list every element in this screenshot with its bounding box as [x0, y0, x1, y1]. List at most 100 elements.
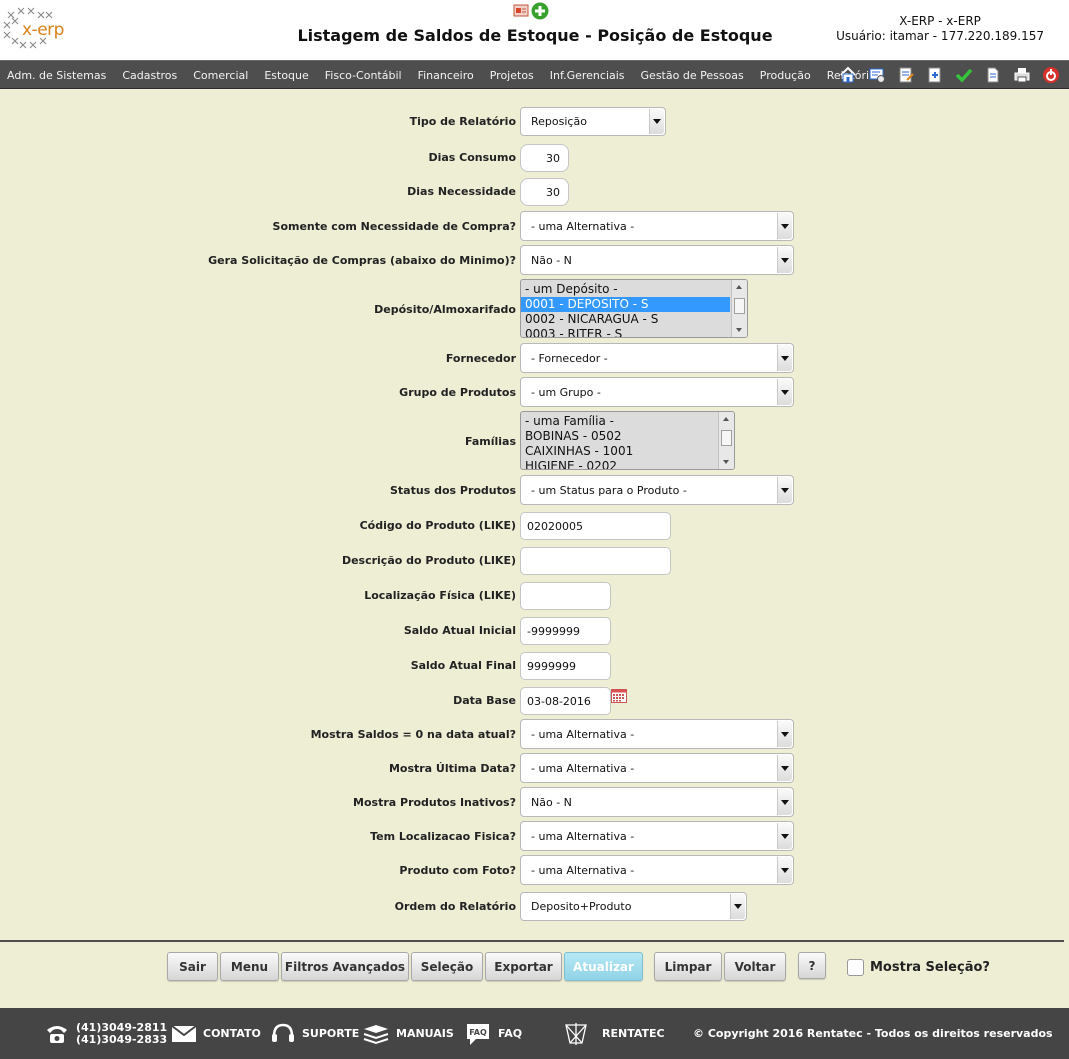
familias-listbox[interactable]: - uma Família - BOBINAS - 0502 CAIXINHAS…	[520, 411, 735, 470]
somente-necessidade-select[interactable]: - uma Alternativa -	[520, 211, 794, 241]
user-name: Usuário: itamar - 177.220.189.157	[836, 29, 1044, 43]
row-data-base: Data Base 03-08-2016	[0, 687, 1069, 715]
mostra-inativos-select[interactable]: Não - N	[520, 787, 794, 817]
gera-solicitacao-select[interactable]: Não - N	[520, 245, 794, 275]
chevron-down-icon[interactable]	[777, 477, 792, 503]
tipo-relatorio-value: Reposição	[531, 115, 587, 128]
menu-item-adm-sistemas[interactable]: Adm. de Sistemas	[7, 69, 106, 82]
scroll-thumb[interactable]	[721, 430, 732, 446]
deposito-option[interactable]: - um Depósito -	[521, 282, 730, 297]
edit-document-icon[interactable]	[895, 65, 916, 85]
saldo-inicial-value: -9999999	[527, 624, 580, 638]
scroll-up-icon[interactable]	[736, 285, 742, 289]
familia-option[interactable]: BOBINAS - 0502	[521, 429, 717, 444]
row-codigo: Código do Produto (LIKE) 02020005	[0, 512, 1069, 540]
familia-option[interactable]: - uma Família -	[521, 414, 717, 429]
deposito-option-selected[interactable]: 0001 - DEPOSITO - S	[521, 297, 730, 312]
tipo-relatorio-select[interactable]: Reposição	[520, 107, 666, 136]
menu-item-estoque[interactable]: Estoque	[264, 69, 308, 82]
settings-icon[interactable]	[866, 65, 887, 85]
familia-option[interactable]: CAIXINHAS - 1001	[521, 444, 717, 459]
mostra-saldos-zero-select[interactable]: - uma Alternativa -	[520, 719, 794, 749]
data-base-input[interactable]: 03-08-2016	[520, 687, 611, 715]
chevron-down-icon[interactable]	[730, 894, 745, 919]
familia-option[interactable]: HIGIENE - 0202	[521, 459, 717, 469]
menu-item-comercial[interactable]: Comercial	[193, 69, 248, 82]
deposito-option[interactable]: 0003 - RITER - S	[521, 327, 730, 337]
menu-item-projetos[interactable]: Projetos	[490, 69, 534, 82]
deposito-option[interactable]: 0002 - NICARAGUA - S	[521, 312, 730, 327]
selecao-button[interactable]: Seleção	[411, 952, 483, 981]
dias-necessidade-input[interactable]: 30	[520, 178, 569, 206]
status-select[interactable]: - um Status para o Produto -	[520, 475, 794, 505]
chevron-down-icon[interactable]	[777, 789, 792, 815]
scroll-down-icon[interactable]	[723, 460, 729, 464]
home-icon[interactable]	[837, 65, 858, 85]
scroll-up-icon[interactable]	[723, 417, 729, 421]
grupo-select[interactable]: - um Grupo -	[520, 377, 794, 407]
menu-item-fisco-contabil[interactable]: Fisco-Contábil	[325, 69, 402, 82]
menu-item-financeiro[interactable]: Financeiro	[418, 69, 474, 82]
contato-label: CONTATO	[203, 1027, 261, 1040]
save-icon[interactable]	[924, 65, 945, 85]
exportar-button[interactable]: Exportar	[485, 952, 562, 981]
saldo-inicial-input[interactable]: -9999999	[520, 617, 611, 645]
menu-item-inf-gerenciais[interactable]: Inf.Gerenciais	[550, 69, 625, 82]
row-fornecedor: Fornecedor - Fornecedor -	[0, 343, 1069, 373]
footer-rentatec[interactable]: RENTATEC	[562, 1008, 665, 1059]
action-bar: Sair Menu Filtros Avançados Seleção Expo…	[0, 952, 1069, 982]
calendar-icon[interactable]	[611, 688, 627, 706]
exit-icon[interactable]	[1040, 65, 1061, 85]
add-icon[interactable]	[531, 2, 549, 23]
row-somente-necessidade: Somente com Necessidade de Compra? - uma…	[0, 211, 1069, 241]
footer-contato[interactable]: CONTATO	[171, 1008, 261, 1059]
chevron-down-icon[interactable]	[777, 213, 792, 239]
menu-item-producao[interactable]: Produção	[760, 69, 811, 82]
chevron-down-icon[interactable]	[777, 857, 792, 883]
mostra-selecao-toggle[interactable]: Mostra Seleção?	[847, 959, 990, 976]
confirm-icon[interactable]	[953, 65, 974, 85]
chevron-down-icon[interactable]	[777, 755, 792, 781]
deposito-scrollbar[interactable]	[731, 280, 747, 337]
menu-button[interactable]: Menu	[220, 952, 279, 981]
fornecedor-select[interactable]: - Fornecedor -	[520, 343, 794, 373]
footer-suporte[interactable]: SUPORTE	[270, 1008, 359, 1059]
chevron-down-icon[interactable]	[777, 823, 792, 849]
voltar-button[interactable]: Voltar	[724, 952, 786, 981]
tem-localizacao-select[interactable]: - uma Alternativa -	[520, 821, 794, 851]
chevron-down-icon[interactable]	[777, 721, 792, 747]
footer-faq[interactable]: FAQ FAQ	[464, 1008, 522, 1059]
menu-item-cadastros[interactable]: Cadastros	[122, 69, 177, 82]
deposito-listbox[interactable]: - um Depósito - 0001 - DEPOSITO - S 0002…	[520, 279, 748, 338]
mostra-ultima-data-select[interactable]: - uma Alternativa -	[520, 753, 794, 783]
saldo-final-input[interactable]: 9999999	[520, 652, 611, 680]
localizacao-input[interactable]	[520, 582, 611, 610]
familias-scrollbar[interactable]	[718, 412, 734, 469]
label-status: Status dos Produtos	[390, 484, 516, 497]
saldo-final-value: 9999999	[527, 659, 576, 673]
chevron-down-icon[interactable]	[777, 379, 792, 405]
chevron-down-icon[interactable]	[649, 109, 664, 134]
mostra-selecao-checkbox[interactable]	[847, 959, 864, 976]
atualizar-button[interactable]: Atualizar	[564, 952, 643, 981]
sair-button[interactable]: Sair	[167, 952, 218, 981]
row-grupo: Grupo de Produtos - um Grupo -	[0, 377, 1069, 407]
print-icon[interactable]	[1011, 65, 1032, 85]
chevron-down-icon[interactable]	[777, 247, 792, 273]
produto-foto-select[interactable]: - uma Alternativa -	[520, 855, 794, 885]
report-icon[interactable]	[513, 2, 529, 23]
codigo-input[interactable]: 02020005	[520, 512, 671, 540]
help-button[interactable]: ?	[798, 952, 826, 979]
footer-manuais[interactable]: MANUAIS	[362, 1008, 454, 1059]
filtros-avancados-button[interactable]: Filtros Avançados	[281, 952, 409, 981]
chevron-down-icon[interactable]	[777, 345, 792, 371]
document-icon[interactable]	[982, 65, 1003, 85]
limpar-button[interactable]: Limpar	[654, 952, 722, 981]
row-dias-consumo: Dias Consumo 30	[0, 144, 1069, 172]
menu-item-gestao-pessoas[interactable]: Gestão de Pessoas	[641, 69, 744, 82]
descricao-input[interactable]	[520, 547, 671, 575]
ordem-select[interactable]: Deposito+Produto	[520, 892, 747, 921]
scroll-down-icon[interactable]	[736, 328, 742, 332]
scroll-thumb[interactable]	[734, 298, 745, 314]
dias-consumo-input[interactable]: 30	[520, 144, 569, 172]
